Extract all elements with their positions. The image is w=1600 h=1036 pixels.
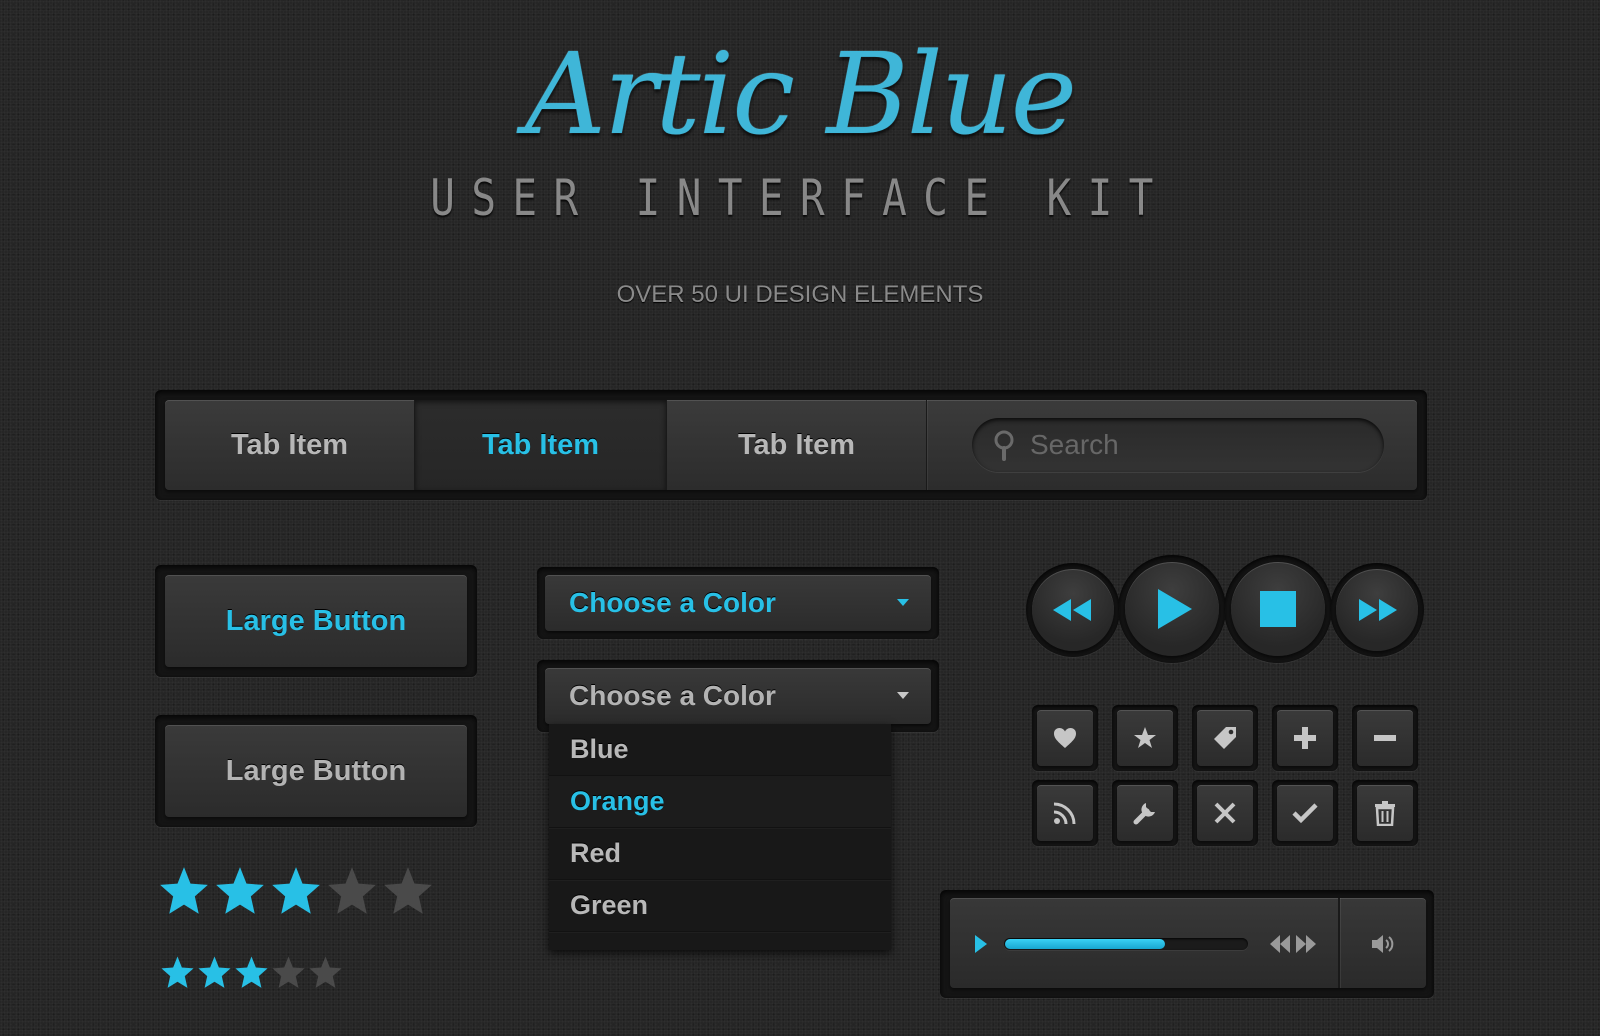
dropdown-option-orange[interactable]: Orange [549,776,891,828]
check-icon [1292,803,1318,824]
kit-tagline: OVER 50 UI DESIGN ELEMENTS [616,281,984,308]
star-filled-icon[interactable] [197,955,232,990]
star-button-well [1112,705,1178,771]
fast-forward-button-ring [1330,563,1424,657]
rewind-icon [1053,599,1091,621]
star-filled-icon[interactable] [160,955,195,990]
wrench-icon [1133,803,1155,825]
caret-down-icon [897,599,909,606]
player-divider [1338,898,1340,988]
previous-icon[interactable] [1270,935,1290,953]
dropdown-label: Choose a Color [569,587,776,618]
star-empty-icon[interactable] [308,955,343,990]
large-button-primary-well: Large Button [155,565,477,677]
star-icon [1134,727,1156,748]
star-empty-icon[interactable] [271,955,306,990]
plus-icon [1294,727,1316,749]
stop-button[interactable] [1231,562,1325,656]
star-rating-large[interactable] [158,865,434,925]
audio-player [950,898,1426,988]
close-button[interactable] [1197,785,1253,841]
fast-forward-icon [1359,599,1397,621]
check-button[interactable] [1277,785,1333,841]
wrench-button[interactable] [1117,785,1173,841]
heart-button-well [1032,705,1098,771]
dropdown-menu: Blue Orange Red Green [549,724,891,950]
large-button-secondary[interactable]: Large Button [165,725,467,817]
close-button-well [1192,780,1258,846]
rewind-button-ring [1026,563,1120,657]
tag-button[interactable] [1197,710,1253,766]
dropdown-label: Choose a Color [569,680,776,711]
tab-item-3[interactable]: Tab Item [667,400,927,490]
minus-button[interactable] [1357,710,1413,766]
heart-button[interactable] [1037,710,1093,766]
volume-icon[interactable] [1372,934,1396,954]
heart-icon [1054,728,1076,748]
star-filled-icon[interactable] [158,865,210,917]
close-icon [1214,802,1236,824]
stop-button-ring [1224,555,1332,663]
search-box[interactable] [972,418,1384,472]
check-button-well [1272,780,1338,846]
color-dropdown-primary[interactable]: Choose a Color [545,575,931,631]
large-button-primary[interactable]: Large Button [165,575,467,667]
rewind-button[interactable] [1032,569,1114,651]
rss-icon [1053,802,1076,825]
dropdown-option-green[interactable]: Green [549,880,891,932]
progress-fill [1005,939,1165,949]
star-button[interactable] [1117,710,1173,766]
tab-bar: Tab Item Tab Item Tab Item [165,400,1417,490]
minus-icon [1374,735,1396,741]
star-filled-icon[interactable] [270,865,322,917]
star-filled-icon[interactable] [234,955,269,990]
caret-down-icon [897,692,909,699]
trash-icon [1375,801,1395,826]
next-icon[interactable] [1296,935,1316,953]
progress-bar[interactable] [1004,938,1248,950]
color-dropdown-open[interactable]: Choose a Color [545,668,931,724]
tab-item-2-active[interactable]: Tab Item [415,400,667,490]
play-icon[interactable] [975,935,987,953]
minus-button-well [1352,705,1418,771]
dropdown-option-red[interactable]: Red [549,828,891,880]
fast-forward-button[interactable] [1336,569,1418,651]
tag-icon [1214,727,1236,749]
star-empty-icon[interactable] [382,865,434,917]
play-button-ring [1118,555,1226,663]
rss-button[interactable] [1037,785,1093,841]
search-input[interactable] [1030,429,1360,461]
tag-button-well [1192,705,1258,771]
trash-button-well [1352,780,1418,846]
trash-button[interactable] [1357,785,1413,841]
stop-icon [1260,591,1296,627]
rss-button-well [1032,780,1098,846]
kit-title: Artic Blue [524,30,1077,160]
tab-item-1[interactable]: Tab Item [165,400,415,490]
dropdown-option-blue[interactable]: Blue [549,724,891,776]
dropdown-primary-well: Choose a Color [537,567,939,639]
star-rating-small[interactable] [160,955,343,993]
star-filled-icon[interactable] [214,865,266,917]
plus-button-well [1272,705,1338,771]
wrench-button-well [1112,780,1178,846]
star-empty-icon[interactable] [326,865,378,917]
play-icon [1158,589,1192,629]
play-button[interactable] [1125,562,1219,656]
plus-button[interactable] [1277,710,1333,766]
search-icon [994,430,1014,461]
dropdown-secondary-well: Choose a Color [537,660,939,732]
large-button-secondary-well: Large Button [155,715,477,827]
kit-subtitle: USER INTERFACE KIT [430,169,1170,227]
